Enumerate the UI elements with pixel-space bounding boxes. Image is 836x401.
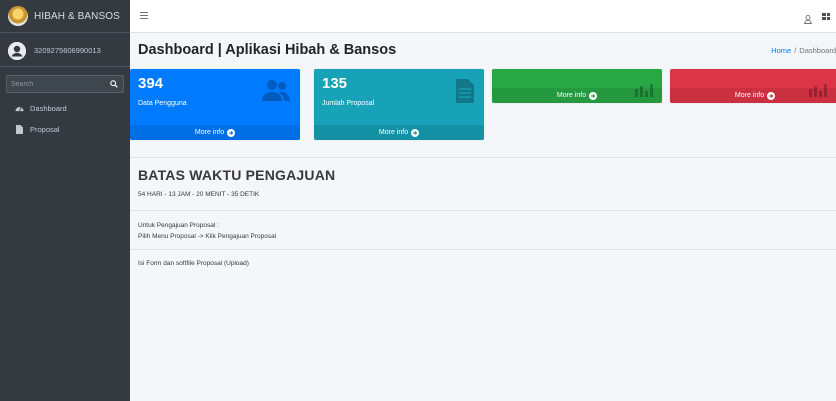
breadcrumb: Home / Dashboard xyxy=(771,46,836,55)
divider xyxy=(130,157,836,158)
sidebar-item-label: Proposal xyxy=(30,124,60,134)
instruction-line: Isi Form dan softfile Proposal (Upload) xyxy=(138,260,249,267)
breadcrumb-home-link[interactable]: Home xyxy=(771,46,791,55)
user-id: 3209275606990013 xyxy=(34,46,101,55)
arrow-circle-right-icon xyxy=(767,91,776,100)
chart-icon xyxy=(634,83,654,102)
sidebar-search xyxy=(6,75,124,93)
divider xyxy=(130,210,836,211)
sidebar-item-dashboard[interactable]: Dashboard xyxy=(0,99,130,117)
instructions-block: Untuk Pengajuan Proposal : Pilih Menu Pr… xyxy=(138,220,276,242)
divider xyxy=(130,249,836,250)
stat-value: 135 xyxy=(322,75,348,92)
user-avatar-icon xyxy=(8,41,26,60)
apps-grid-icon[interactable] xyxy=(822,13,830,20)
more-info-label: More info xyxy=(194,129,225,136)
arrow-circle-right-icon xyxy=(411,128,420,137)
top-navbar xyxy=(130,0,836,33)
sidebar-item-label: Dashboard xyxy=(30,103,67,113)
user-menu-icon[interactable] xyxy=(804,11,812,29)
more-info-label: More info xyxy=(378,129,409,136)
more-info-label: More info xyxy=(556,92,587,99)
file-icon xyxy=(14,124,24,134)
more-info-link[interactable]: More info xyxy=(314,125,484,140)
menu-toggle-icon[interactable] xyxy=(140,12,148,19)
search-input[interactable] xyxy=(6,75,104,93)
stat-label: Jumlah Proposal xyxy=(322,100,375,107)
main-content: Dashboard | Aplikasi Hibah & Bansos Home… xyxy=(130,33,836,401)
sidebar-item-proposal[interactable]: Proposal xyxy=(0,120,130,138)
brand-logo-icon xyxy=(8,6,28,26)
instruction-line: Pilih Menu Proposal -> Klik Pengajuan Pr… xyxy=(138,233,277,240)
arrow-circle-right-icon xyxy=(589,91,598,100)
document-icon xyxy=(456,79,474,108)
deadline-countdown: 54 HARI - 13 JAM - 20 MENIT - 35 DETIK xyxy=(138,191,260,198)
chart-icon xyxy=(808,83,828,102)
breadcrumb-separator: / xyxy=(794,46,797,55)
page-title: Dashboard | Aplikasi Hibah & Bansos xyxy=(138,42,397,58)
stat-box-users: 394 Data Pengguna More info xyxy=(130,69,300,140)
instruction-line: Untuk Pengajuan Proposal : xyxy=(138,222,219,229)
tachometer-icon xyxy=(14,104,24,112)
users-icon xyxy=(262,79,290,106)
search-button[interactable] xyxy=(104,75,124,93)
breadcrumb-current: Dashboard xyxy=(799,46,836,55)
more-info-link[interactable]: More info xyxy=(130,125,300,140)
stat-box-green: More info xyxy=(492,69,662,103)
brand-title: HIBAH & BANSOS xyxy=(34,10,120,22)
stat-box-red: More info xyxy=(670,69,836,103)
arrow-circle-right-icon xyxy=(227,128,236,137)
brand-link[interactable]: HIBAH & BANSOS xyxy=(0,0,130,33)
stat-box-proposals: 135 Jumlah Proposal More info xyxy=(314,69,484,140)
sidebar-nav: Dashboard Proposal xyxy=(0,99,130,138)
user-panel[interactable]: 3209275606990013 xyxy=(0,35,130,67)
deadline-title: BATAS WAKTU PENGAJUAN xyxy=(138,167,336,183)
search-icon xyxy=(109,80,118,88)
sidebar: HIBAH & BANSOS 3209275606990013 Dashboar… xyxy=(0,0,130,401)
more-info-label: More info xyxy=(734,92,765,99)
